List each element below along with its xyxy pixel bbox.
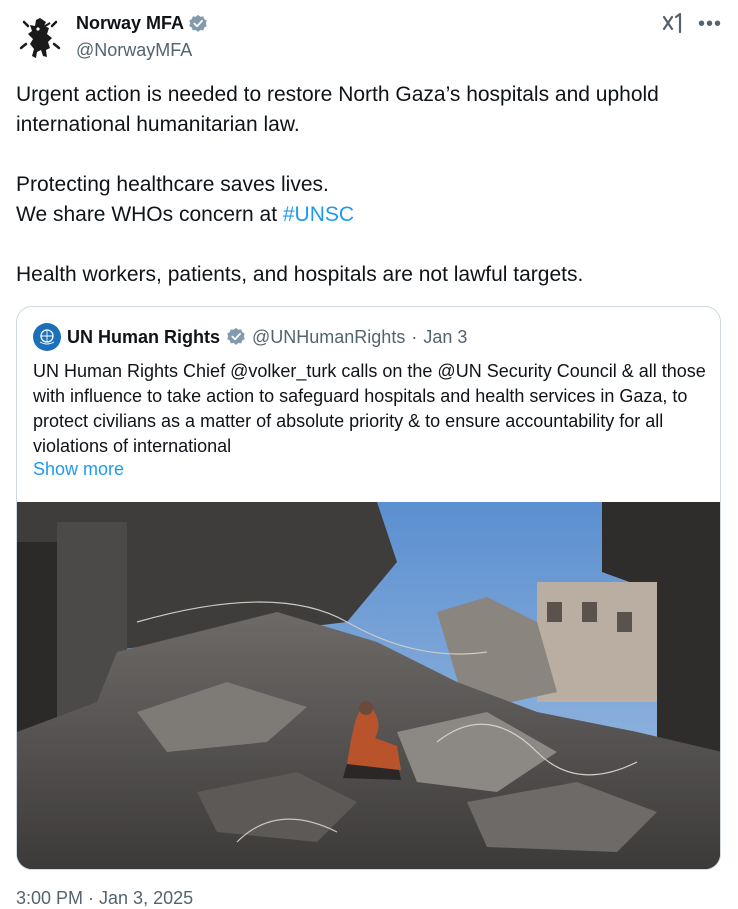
tweet-actions-top: •••: [660, 12, 722, 36]
quote-author-name[interactable]: UN Human Rights: [67, 327, 220, 348]
tweet-paragraph-2b-text: We share WHOs concern at: [16, 203, 283, 226]
norway-lion-icon: [19, 18, 61, 58]
quote-author-handle: @UNHumanRights: [252, 326, 406, 347]
tweet-text: Urgent action is needed to restore North…: [16, 80, 716, 290]
verified-badge-icon: [188, 14, 208, 34]
tweet-paragraph-2b: We share WHOs concern at #UNSC: [16, 200, 716, 230]
tweet-paragraph-2a: Protecting healthcare saves lives.: [16, 173, 329, 196]
author-name-row: Norway MFA: [76, 13, 208, 34]
author-name[interactable]: Norway MFA: [76, 13, 184, 34]
author-avatar[interactable]: [16, 14, 64, 62]
quote-photo[interactable]: [17, 502, 721, 870]
tweet-paragraph-3: Health workers, patients, and hospitals …: [16, 263, 584, 286]
quote-separator: ·: [411, 326, 418, 347]
tweet-paragraph-1: Urgent action is needed to restore North…: [16, 83, 659, 136]
hashtag-link[interactable]: #UNSC: [283, 203, 354, 226]
quoted-tweet[interactable]: UN Human Rights @UNHumanRights · Jan 3 U…: [16, 306, 721, 870]
verified-badge-icon: [226, 327, 246, 347]
author-handle[interactable]: @NorwayMFA: [76, 40, 192, 61]
quote-header: UN Human Rights @UNHumanRights · Jan 3: [33, 323, 467, 351]
un-logo-icon[interactable]: [33, 323, 61, 351]
more-icon[interactable]: •••: [698, 12, 722, 36]
quote-date[interactable]: Jan 3: [423, 327, 467, 348]
grok-icon[interactable]: [660, 12, 684, 36]
show-more-link[interactable]: Show more: [33, 459, 124, 480]
quote-text: UN Human Rights Chief @volker_turk calls…: [33, 361, 706, 456]
